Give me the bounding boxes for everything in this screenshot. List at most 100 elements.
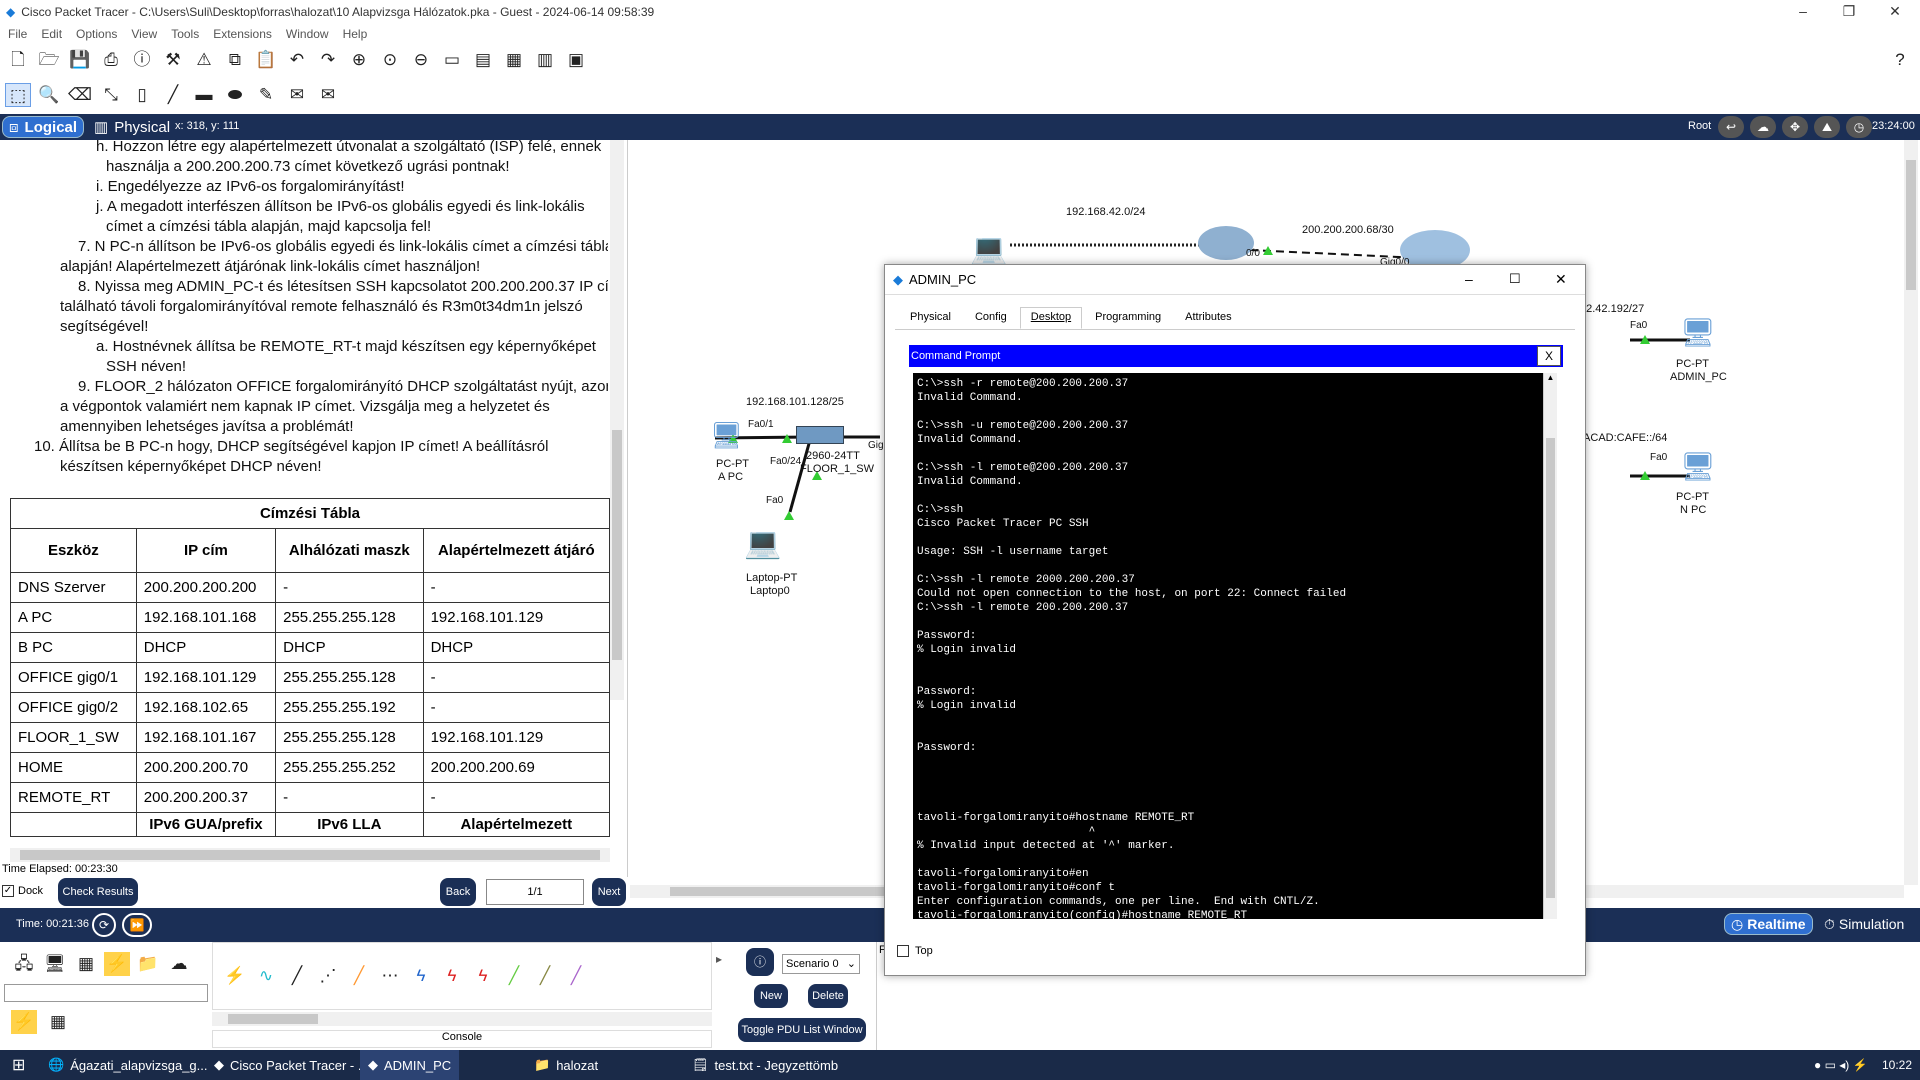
network-wizard-icon[interactable]: ⚒ bbox=[160, 48, 186, 72]
menu-item-file[interactable]: File bbox=[8, 27, 27, 41]
resize-icon[interactable]: ⤡ bbox=[98, 83, 124, 107]
taskbar-item[interactable]: 🌐 Ágazati_alapvizsga_g... bbox=[40, 1050, 216, 1080]
terminal-scrollbar[interactable]: ▲ bbox=[1543, 373, 1557, 919]
menu-item-tools[interactable]: Tools bbox=[171, 27, 199, 41]
components-icon[interactable]: ▦ bbox=[73, 952, 99, 976]
next-button[interactable]: Next bbox=[592, 878, 626, 906]
crossover-cable-icon[interactable]: ⋰ bbox=[315, 964, 341, 988]
menu-item-edit[interactable]: Edit bbox=[41, 27, 62, 41]
cloud-icon[interactable]: ☁ bbox=[1750, 116, 1776, 138]
network-devices-icon[interactable]: 🖧 bbox=[11, 952, 37, 976]
table-hscrollbar[interactable] bbox=[10, 848, 610, 862]
delete-scenario-button[interactable]: Delete bbox=[808, 984, 848, 1008]
activity-wizard-icon[interactable]: ⚠ bbox=[191, 48, 217, 72]
auto-connection-icon[interactable]: ⚡ bbox=[11, 1010, 37, 1034]
menu-item-extensions[interactable]: Extensions bbox=[213, 27, 272, 41]
print-icon[interactable]: ⎙ bbox=[98, 48, 124, 72]
note-icon[interactable]: ▯ bbox=[129, 83, 155, 107]
complex-pdu-icon[interactable]: ✉ bbox=[315, 83, 341, 107]
tab-attributes[interactable]: Attributes bbox=[1174, 307, 1242, 329]
serial-dce-icon[interactable]: ϟ bbox=[439, 964, 465, 988]
workspace-vscrollbar[interactable] bbox=[1904, 140, 1918, 885]
simulation-button[interactable]: ⏱ Simulation bbox=[1818, 913, 1910, 935]
maximize-button[interactable]: ❐ bbox=[1826, 0, 1872, 24]
coax-cable-icon[interactable]: ϟ bbox=[408, 964, 434, 988]
admin-pc-icon[interactable]: 🖥 bbox=[1680, 316, 1716, 349]
power-cycle-icon[interactable]: ⟳ bbox=[92, 913, 116, 937]
switch-floor1-icon[interactable] bbox=[796, 426, 844, 444]
realtime-button[interactable]: ◷ Realtime bbox=[1724, 913, 1813, 935]
grid-view-icon[interactable]: ▦ bbox=[45, 1010, 71, 1034]
ipc-icon[interactable]: ▣ bbox=[563, 48, 589, 72]
tab-programming[interactable]: Programming bbox=[1084, 307, 1172, 329]
open-folder-icon[interactable]: 🗁 bbox=[36, 48, 62, 72]
windows-start-icon[interactable]: ⊞ bbox=[4, 1050, 33, 1080]
undo-icon[interactable]: ↶ bbox=[284, 48, 310, 72]
save-icon[interactable]: 💾 bbox=[67, 48, 93, 72]
close-button[interactable]: ✕ bbox=[1872, 0, 1918, 24]
select-icon[interactable]: ⬚ bbox=[5, 83, 31, 107]
logical-tab[interactable]: ⧈ Logical bbox=[2, 116, 85, 138]
dialog-close-button[interactable]: ✕ bbox=[1555, 271, 1567, 288]
zoom-out-icon[interactable]: ⊖ bbox=[408, 48, 434, 72]
minimize-button[interactable]: – bbox=[1780, 0, 1826, 24]
cable-hscrollbar[interactable] bbox=[212, 1012, 712, 1026]
tab-desktop[interactable]: Desktop bbox=[1019, 307, 1083, 329]
freeform-icon[interactable]: ✎ bbox=[253, 83, 279, 107]
auto-cable-icon[interactable]: ⚡ bbox=[222, 964, 248, 988]
background-image-icon[interactable]: ⛰ bbox=[1814, 116, 1840, 138]
taskbar-item[interactable]: 📁 halozat bbox=[526, 1050, 606, 1080]
dock-checkbox[interactable]: ✓ Dock bbox=[2, 885, 43, 897]
connections-icon[interactable]: ⚡ bbox=[104, 952, 130, 976]
drawing-palette-icon[interactable]: ▭ bbox=[439, 48, 465, 72]
rectangle-icon[interactable]: ▬ bbox=[191, 83, 217, 107]
line-icon[interactable]: ╱ bbox=[160, 83, 186, 107]
inspect-icon[interactable]: 🔍 bbox=[36, 83, 62, 107]
serial-dte-icon[interactable]: ϟ bbox=[470, 964, 496, 988]
physical-tab[interactable]: ▥ Physical bbox=[88, 116, 176, 138]
scroll-up-icon[interactable]: ▲ bbox=[1544, 373, 1557, 382]
taskbar-item[interactable]: ◆ Cisco Packet Tracer - ... bbox=[206, 1050, 377, 1080]
paste-icon[interactable]: 📋 bbox=[253, 48, 279, 72]
custom-device-icon[interactable]: ▤ bbox=[470, 48, 496, 72]
usb-cable-icon[interactable]: ╱ bbox=[563, 964, 589, 988]
end-devices-icon[interactable]: 🖥 bbox=[42, 952, 68, 976]
instructions-scrollbar[interactable] bbox=[610, 140, 624, 700]
simple-pdu-icon[interactable]: ✉ bbox=[284, 83, 310, 107]
top-checkbox[interactable]: Top bbox=[897, 945, 933, 957]
tab-physical[interactable]: Physical bbox=[899, 307, 962, 329]
taskbar-item[interactable]: 🗒 test.txt - Jegyzettömb bbox=[684, 1050, 846, 1080]
zoom-reset-icon[interactable]: ⊙ bbox=[377, 48, 403, 72]
scenario-select[interactable]: Scenario 0 ⌄ bbox=[782, 954, 860, 974]
console-cable-icon[interactable]: ∿ bbox=[253, 964, 279, 988]
new-file-icon[interactable]: 🗋 bbox=[5, 48, 31, 72]
misc-icon[interactable]: 📁 bbox=[135, 952, 161, 976]
move-object-icon[interactable]: ✥ bbox=[1782, 116, 1808, 138]
straight-cable-icon[interactable]: ╱ bbox=[284, 964, 310, 988]
menu-item-options[interactable]: Options bbox=[76, 27, 117, 41]
copy-icon[interactable]: ⧉ bbox=[222, 48, 248, 72]
tab-config[interactable]: Config bbox=[964, 307, 1018, 329]
delete-icon[interactable]: ⌫ bbox=[67, 83, 93, 107]
laptop-top-icon[interactable]: 💻 bbox=[970, 232, 1007, 267]
redo-icon[interactable]: ↷ bbox=[315, 48, 341, 72]
n-pc-icon[interactable]: 🖥 bbox=[1680, 450, 1716, 483]
dialog-maximize-button[interactable]: ☐ bbox=[1509, 271, 1521, 287]
info-icon[interactable]: ⓘ bbox=[129, 48, 155, 72]
command-prompt-close-button[interactable]: X bbox=[1537, 346, 1561, 366]
octal-cable-icon[interactable]: ╱ bbox=[501, 964, 527, 988]
multiuser-icon[interactable]: ☁ bbox=[166, 952, 192, 976]
panel-expand-icon[interactable]: ▸ bbox=[716, 952, 722, 966]
server-icon[interactable]: ▥ bbox=[532, 48, 558, 72]
back-button[interactable]: Back bbox=[440, 878, 476, 906]
new-scenario-button[interactable]: New bbox=[754, 984, 788, 1008]
menu-item-window[interactable]: Window bbox=[286, 27, 329, 41]
fast-forward-icon[interactable]: ⏩ bbox=[122, 913, 152, 937]
ellipse-icon[interactable]: ⬬ bbox=[222, 83, 248, 107]
device-search[interactable] bbox=[4, 984, 208, 1002]
iot-cable-icon[interactable]: ╱ bbox=[532, 964, 558, 988]
viewport-icon[interactable]: ▦ bbox=[501, 48, 527, 72]
fiber-cable-icon[interactable]: ╱ bbox=[346, 964, 372, 988]
check-results-button[interactable]: Check Results bbox=[58, 878, 138, 906]
taskbar-item[interactable]: ◆ ADMIN_PC bbox=[360, 1050, 460, 1080]
